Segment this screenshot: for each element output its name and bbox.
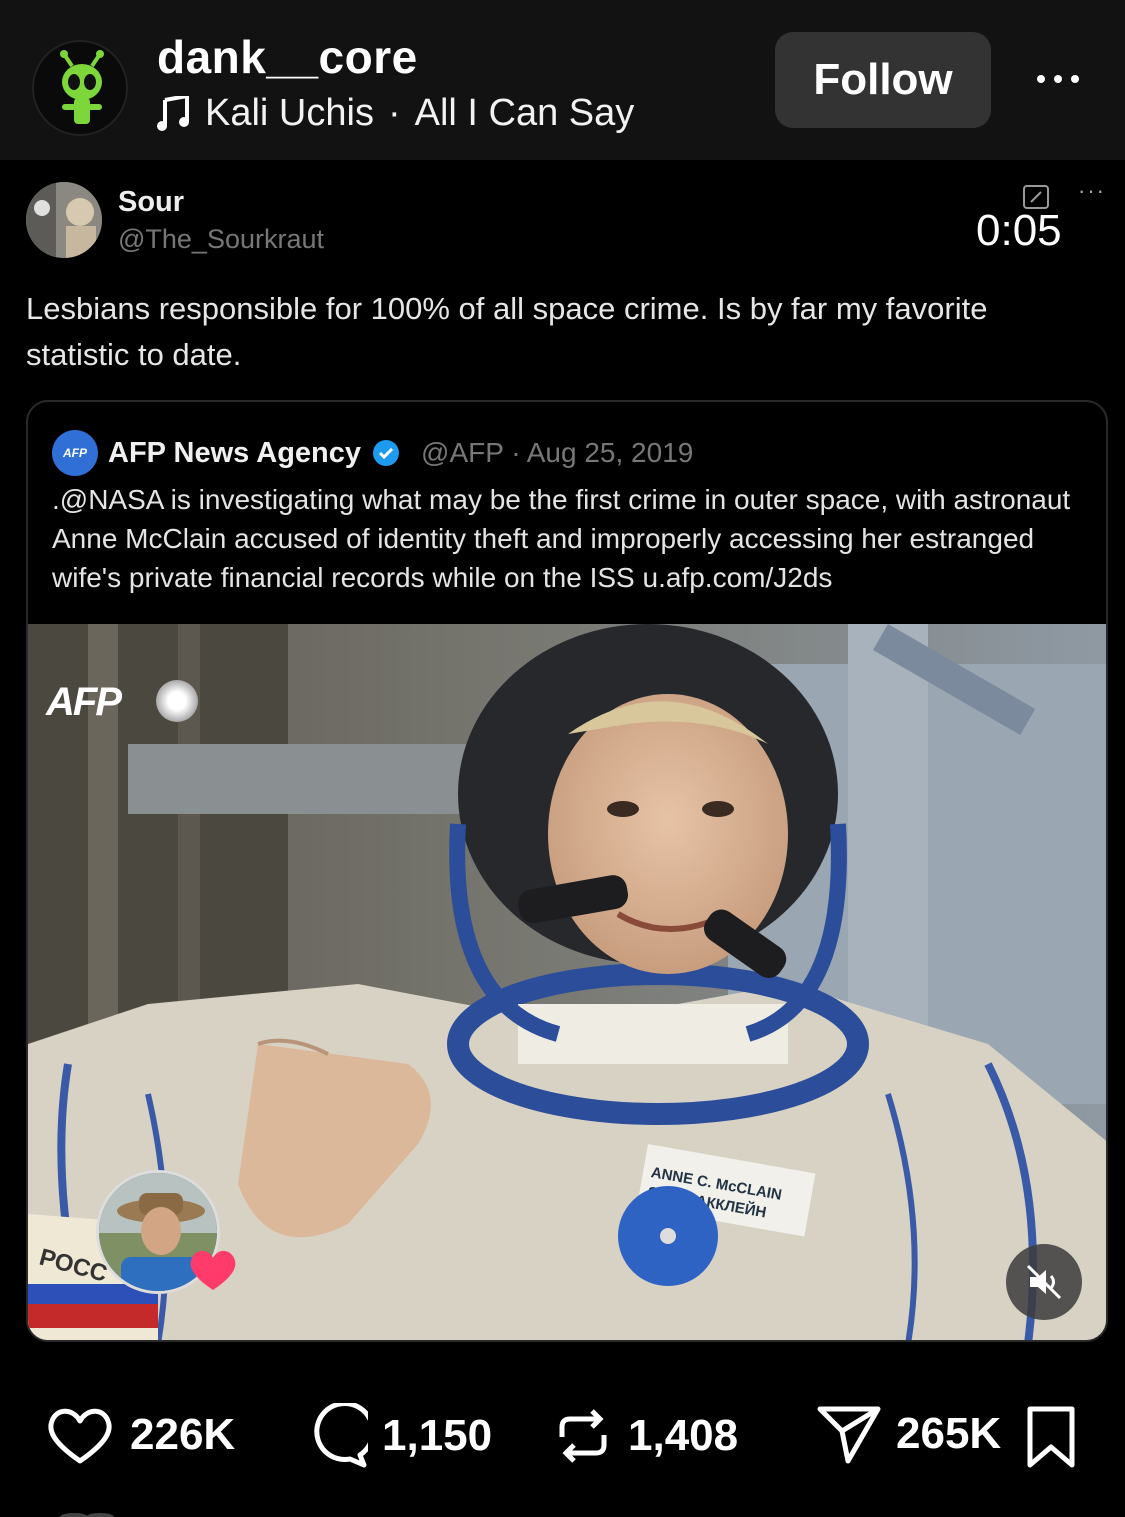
verified-icon	[373, 440, 400, 466]
repost-count: 1,408	[628, 1411, 739, 1460]
mute-icon	[1026, 1264, 1062, 1300]
repost-icon	[559, 1409, 607, 1463]
quote-author-name: AFP News Agency	[108, 436, 362, 469]
comment-count: 1,150	[382, 1411, 493, 1460]
comment-icon	[314, 1403, 368, 1468]
reel-header: dank__core Kali Uchis · All I Can Say Fo…	[0, 0, 1125, 160]
song-separator: ·	[387, 92, 401, 134]
comment-button[interactable]: 1,150	[302, 1403, 492, 1469]
like-button[interactable]: 226K	[44, 1403, 235, 1467]
mute-button[interactable]	[1006, 1244, 1082, 1320]
music-attribution[interactable]: Kali Uchis · All I Can Say	[157, 92, 634, 135]
author-avatar	[26, 182, 102, 258]
song-title: All I Can Say	[414, 92, 635, 134]
quote-header: AFP AFP News Agency @AFP · Aug 25, 2019	[52, 430, 693, 476]
author-handle: @The_Sourkraut	[118, 224, 325, 254]
avatar-stack-peek	[60, 1513, 114, 1517]
reel-content[interactable]: Sour @The_Sourkraut ··· 0:05 Lesbians re…	[0, 162, 1125, 1365]
post-text: Lesbians responsible for 100% of all spa…	[26, 291, 988, 372]
bookmark-icon[interactable]	[1024, 1405, 1078, 1469]
share-count: 265K	[896, 1409, 1002, 1458]
repost-button[interactable]: 1,408	[552, 1403, 738, 1469]
profile-avatar[interactable]	[32, 40, 128, 136]
quote-handle: @AFP · Aug 25, 2019	[421, 437, 694, 468]
song-artist: Kali Uchis	[205, 92, 374, 134]
afp-watermark: AFP	[46, 680, 122, 724]
post-more-icon: ···	[1078, 178, 1106, 203]
astronaut-photo: ANNE C. McCLAIN ЭНН МАККЛЕЙН РОСС AFP	[28, 624, 1106, 1340]
afp-globe-icon	[156, 680, 198, 722]
action-bar: 226K 1,150 1,408 265K	[0, 1365, 1125, 1517]
afp-avatar: AFP	[52, 430, 98, 476]
share-icon	[817, 1406, 881, 1464]
like-count: 226K	[130, 1410, 236, 1459]
follow-button[interactable]: Follow	[775, 32, 991, 128]
heart-reaction-icon	[190, 1250, 236, 1290]
more-options-icon[interactable]	[1028, 56, 1088, 102]
video-timer: 0:05	[976, 206, 1062, 255]
music-note-icon	[157, 95, 189, 131]
heart-icon	[48, 1408, 112, 1464]
quote-text: .@NASA is investigating what may be the …	[52, 484, 1071, 593]
quoted-post: AFP AFP News Agency @AFP · Aug 25, 2019 …	[26, 400, 1108, 1342]
alien-avatar-icon	[34, 42, 126, 134]
username[interactable]: dank__core	[157, 30, 418, 84]
author-name: Sour	[118, 186, 185, 218]
share-button[interactable]: 265K	[816, 1403, 1001, 1465]
